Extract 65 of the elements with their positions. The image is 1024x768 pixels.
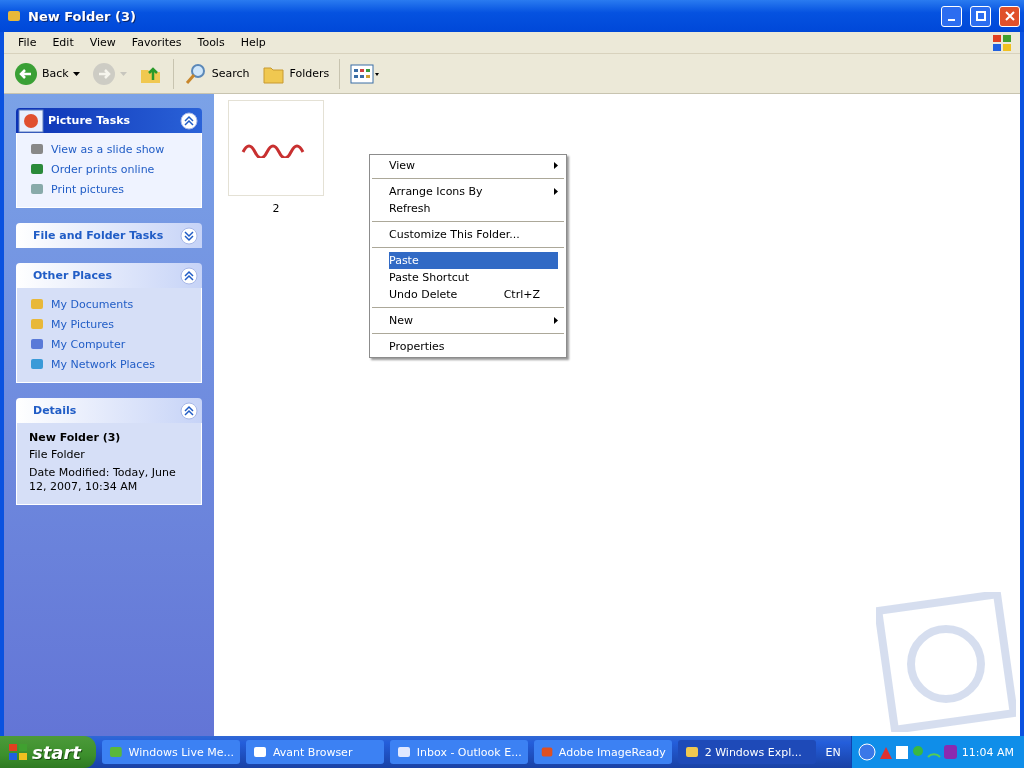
taskbar-button[interactable]: 2 Windows Expl... bbox=[677, 740, 816, 764]
file-name: 2 bbox=[271, 202, 281, 215]
pane-header[interactable]: File and Folder Tasks bbox=[16, 223, 202, 248]
task-link[interactable]: My Pictures bbox=[51, 317, 115, 331]
details-modified: Date Modified: Today, June 12, 2007, 10:34 AM bbox=[29, 466, 177, 494]
task-link[interactable]: Order prints online bbox=[51, 162, 155, 176]
task-link[interactable]: My Documents bbox=[51, 297, 134, 311]
menu-item[interactable]: View bbox=[81, 36, 124, 49]
context-menu-item[interactable]: View bbox=[372, 157, 564, 179]
menu-item[interactable]: Edit bbox=[44, 36, 82, 49]
image-thumbnail[interactable] bbox=[228, 100, 324, 196]
pane-header[interactable]: Picture Tasks bbox=[16, 108, 202, 133]
taskbar-button[interactable]: Windows Live Me... bbox=[101, 740, 240, 764]
task-link[interactable]: My Network Places bbox=[51, 357, 155, 371]
context-menu-item[interactable]: Customize This Folder... bbox=[372, 226, 564, 248]
pane-title: File and Folder Tasks bbox=[33, 229, 165, 242]
context-menu-item[interactable]: Paste Shortcut bbox=[372, 269, 564, 286]
search-button[interactable]: Search bbox=[179, 58, 254, 89]
menu-item[interactable]: Help bbox=[232, 36, 274, 49]
task-link[interactable]: View as a slide show bbox=[51, 142, 165, 156]
pane-header[interactable]: Details bbox=[16, 398, 202, 423]
context-menu-item[interactable]: Arrange Icons By bbox=[372, 183, 564, 200]
context-menu-item[interactable]: Properties bbox=[372, 338, 564, 355]
view-grid-icon bbox=[350, 63, 381, 84]
back-button[interactable]: Back bbox=[10, 58, 84, 89]
pane-title: Other Places bbox=[33, 269, 113, 282]
context-menu-item[interactable]: New bbox=[372, 312, 564, 334]
close-button[interactable] bbox=[999, 5, 1020, 27]
context-menu-item[interactable]: Refresh bbox=[372, 200, 564, 222]
window-title: New Folder (3) bbox=[28, 8, 137, 24]
pane-header[interactable]: Other Places bbox=[16, 263, 202, 288]
pane-title: Details bbox=[33, 404, 78, 417]
menu-item[interactable]: File bbox=[10, 36, 45, 49]
pane-title: Picture Tasks bbox=[48, 114, 132, 127]
task-link[interactable]: Print pictures bbox=[51, 182, 124, 196]
collapse-chevron-icon[interactable] bbox=[180, 401, 198, 420]
clock: 11:04 AM bbox=[961, 745, 1014, 759]
menu-item[interactable]: Favorites bbox=[123, 36, 190, 49]
context-menu-item[interactable]: Undo Delete Ctrl+Z bbox=[372, 286, 564, 308]
menu-item[interactable]: Tools bbox=[189, 36, 233, 49]
folders-button[interactable]: Folders bbox=[257, 58, 334, 89]
collapse-chevron-icon[interactable] bbox=[180, 111, 198, 130]
windows-logo-icon bbox=[8, 743, 28, 761]
language-indicator[interactable]: EN bbox=[825, 745, 841, 759]
minimize-button[interactable] bbox=[941, 5, 962, 27]
details-name: New Folder (3) bbox=[29, 431, 122, 444]
taskbar-button[interactable]: Avant Browser bbox=[245, 740, 384, 764]
search-icon bbox=[183, 61, 208, 86]
submenu-arrow-icon bbox=[554, 188, 558, 195]
maximize-button[interactable] bbox=[970, 5, 991, 27]
caret-icon bbox=[72, 71, 80, 76]
minimize-icon bbox=[948, 19, 955, 21]
submenu-arrow-icon bbox=[554, 162, 558, 169]
close-icon bbox=[1004, 11, 1015, 21]
expand-chevron-icon[interactable] bbox=[180, 226, 198, 245]
windows-logo-icon bbox=[992, 33, 1012, 52]
caret-icon bbox=[119, 71, 127, 76]
collapse-chevron-icon[interactable] bbox=[180, 266, 198, 285]
start-button[interactable]: start bbox=[0, 736, 96, 768]
taskbar-button[interactable]: Inbox - Outlook E... bbox=[389, 740, 528, 764]
maximize-icon bbox=[975, 11, 986, 21]
details-type: File Folder bbox=[29, 448, 86, 462]
taskbar-button[interactable]: Adobe ImageReady bbox=[533, 740, 672, 764]
task-link[interactable]: My Computer bbox=[51, 337, 126, 351]
submenu-arrow-icon bbox=[554, 317, 558, 324]
